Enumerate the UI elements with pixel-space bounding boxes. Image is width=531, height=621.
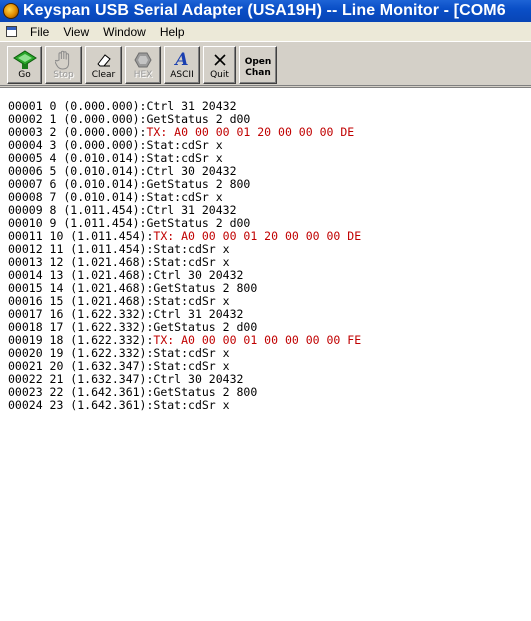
log-line-message: GetStatus 2 800 [153,281,258,295]
menu-window[interactable]: Window [96,25,153,39]
toolbar: Go Stop Clear HEX A ASCII Quit Open Chan [0,41,531,86]
ascii-icon: A [175,50,189,70]
log-line-message: Ctrl 31 20432 [153,307,244,321]
menu-file[interactable]: File [23,25,56,39]
log-line-prefix: 00023 22 (1.642.361): [8,385,154,399]
title-bar[interactable]: Keyspan USB Serial Adapter (USA19H) -- L… [0,0,531,22]
log-line-message: Stat:cdSr x [153,346,230,360]
log-line-message: Ctrl 30 20432 [153,268,244,282]
log-line-message: Stat:cdSr x [146,138,223,152]
log-line-prefix: 00018 17 (1.622.332): [8,320,154,334]
log-line-message: Stat:cdSr x [153,255,230,269]
log-line-prefix: 00004 3 (0.000.000): [8,138,147,152]
log-line-prefix: 00021 20 (1.632.347): [8,359,154,373]
eraser-icon [86,50,121,70]
log-line-prefix: 00024 23 (1.642.361): [8,398,154,412]
log-line-prefix: 00020 19 (1.622.332): [8,346,154,360]
log-line-prefix: 00019 18 (1.622.332): [8,333,154,347]
log-line-message: Ctrl 31 20432 [146,203,237,217]
log-line-prefix: 00013 12 (1.021.468): [8,255,154,269]
log-line: 00024 23 (1.642.361):Stat:cdSr x [8,399,361,412]
log-line-message: Stat:cdSr x [153,359,230,373]
quit-label: Quit [210,70,229,80]
app-icon[interactable] [3,3,19,19]
log-line-prefix: 00003 2 (0.000.000): [8,125,147,139]
log-line-message: Stat:cdSr x [153,294,230,308]
log-text: 00001 0 (0.000.000):Ctrl 31 20432 00002 1… [8,100,361,412]
go-button[interactable]: Go [7,46,42,84]
log-line-prefix: 00001 0 (0.000.000): [8,99,147,113]
log-line-prefix: 00005 4 (0.010.014): [8,151,147,165]
menu-bar: File View Window Help [0,22,531,41]
log-line-message: Ctrl 30 20432 [146,164,237,178]
log-line-message: Ctrl 30 20432 [153,372,244,386]
document-icon[interactable] [6,26,17,37]
log-line-tx-message: TX: A0 00 00 01 20 00 00 00 DE [153,229,362,243]
log-line-message: GetStatus 2 800 [146,177,251,191]
log-line-message: Stat:cdSr x [153,242,230,256]
ascii-button[interactable]: A ASCII [164,46,200,84]
hex-button[interactable]: HEX [125,46,161,84]
log-line-message: Stat:cdSr x [146,190,223,204]
log-line-prefix: 00009 8 (1.011.454): [8,203,147,217]
log-line-prefix: 00008 7 (0.010.014): [8,190,147,204]
log-line-prefix: 00010 9 (1.011.454): [8,216,147,230]
clear-button[interactable]: Clear [85,46,122,84]
log-line-prefix: 00006 5 (0.010.014): [8,164,147,178]
go-label: Go [18,70,31,80]
log-line-tx-message: TX: A0 00 00 01 20 00 00 00 DE [146,125,355,139]
log-line-message: GetStatus 2 800 [153,385,258,399]
hex-label: HEX [133,70,153,80]
log-line-prefix: 00012 11 (1.011.454): [8,242,154,256]
log-line-tx-message: TX: A0 00 00 01 00 00 00 00 FE [153,333,362,347]
stop-label: Stop [53,70,74,80]
go-icon [8,50,41,70]
line-monitor-log[interactable]: 00001 0 (0.000.000):Ctrl 31 20432 00002 1… [0,87,531,621]
log-line-prefix: 00015 14 (1.021.468): [8,281,154,295]
hex-icon [126,50,160,70]
open-channel-label: Open Chan [244,57,272,78]
log-line-prefix: 00002 1 (0.000.000): [8,112,147,126]
log-line-message: GetStatus 2 d00 [153,320,258,334]
log-line-message: GetStatus 2 d00 [146,112,251,126]
stop-hand-icon [46,50,81,70]
log-line-message: Ctrl 31 20432 [146,99,237,113]
ascii-label: ASCII [170,70,194,80]
log-line-message: Stat:cdSr x [153,398,230,412]
close-icon [204,50,235,70]
menu-help[interactable]: Help [153,25,192,39]
menu-view[interactable]: View [56,25,96,39]
stop-button[interactable]: Stop [45,46,82,84]
log-line-prefix: 00017 16 (1.622.332): [8,307,154,321]
quit-button[interactable]: Quit [203,46,236,84]
log-line-message: GetStatus 2 d00 [146,216,251,230]
open-channel-button[interactable]: Open Chan [239,46,277,84]
window-title: Keyspan USB Serial Adapter (USA19H) -- L… [23,2,506,19]
log-line-prefix: 00011 10 (1.011.454): [8,229,154,243]
log-line-prefix: 00022 21 (1.632.347): [8,372,154,386]
clear-label: Clear [91,70,116,80]
log-line-prefix: 00016 15 (1.021.468): [8,294,154,308]
log-line-prefix: 00014 13 (1.021.468): [8,268,154,282]
log-line-prefix: 00007 6 (0.010.014): [8,177,147,191]
log-line-message: Stat:cdSr x [146,151,223,165]
